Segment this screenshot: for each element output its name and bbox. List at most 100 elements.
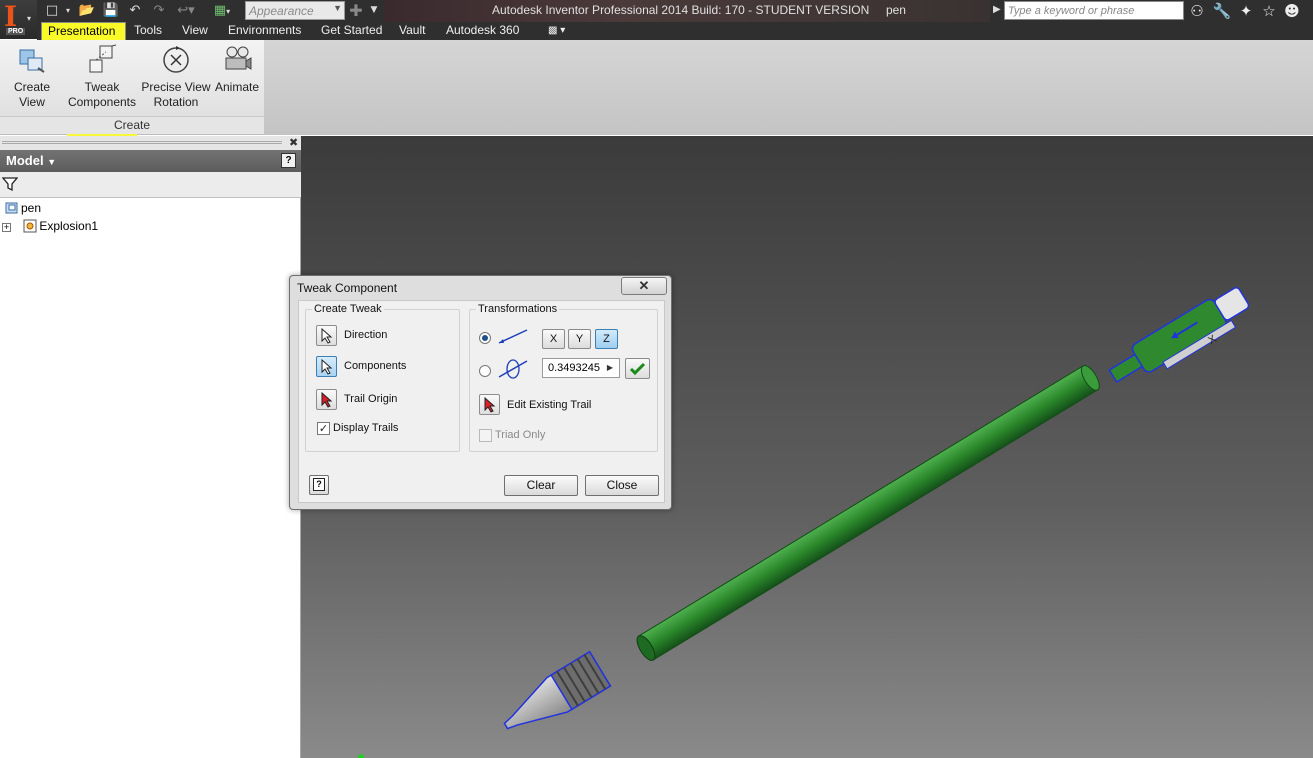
redo-icon[interactable]: ↷ [150,2,168,19]
y-axis-button[interactable]: Y [568,329,591,349]
pen-barrel[interactable] [634,363,1103,663]
cursor-arrow-red-icon [484,397,496,413]
browser-drag-handle[interactable]: ✖ [0,136,301,150]
save-icon[interactable]: 💾 [102,2,120,19]
animate-button[interactable]: Animate [212,44,262,95]
tree-item-explosion1[interactable]: + Explosion1 [2,218,98,234]
tab-environments[interactable]: Environments [228,22,301,40]
application-menu-button[interactable]: I PRO ▾ [0,0,37,39]
dialog-title: Tweak Component [297,281,398,295]
pen-cap-selected[interactable]: X [1105,283,1258,399]
tweak-components-icon [89,44,117,73]
display-trails-checkbox[interactable]: ✓ [317,422,330,435]
chevron-down-icon: ▼ [47,157,57,167]
rotate-axis-icon [498,359,528,379]
trail-origin-label: Trail Origin [344,393,398,405]
expand-search-icon[interactable]: ▶ [993,4,1001,15]
create-tweak-group: Create Tweak Direction Components Trail … [305,303,460,452]
components-label: Components [344,360,407,372]
help-button[interactable]: ? [309,475,329,495]
translate-direction-icon [498,329,528,344]
triad-only-checkbox[interactable] [479,429,492,442]
ribbon-empty-area [264,40,1313,135]
close-icon[interactable]: ✖ [289,136,298,149]
help-icon: ? [313,478,325,491]
tab-tools[interactable]: Tools [134,22,162,40]
edit-existing-trail-button[interactable] [479,394,500,415]
transformations-group: Transformations X Y Z 0.3493245 ▶ Edit E… [469,303,658,452]
panel-visibility-icon[interactable]: ▩ ▾ [548,22,565,40]
rotate-radio[interactable] [479,365,491,377]
expand-icon[interactable]: + [2,223,11,232]
x-axis-button[interactable]: X [542,329,565,349]
display-trails-label: Display Trails [333,422,399,434]
create-view-button[interactable]: Create View [1,44,63,110]
explosion-icon [23,219,37,233]
pro-badge: PRO [6,28,26,35]
edit-existing-trail-label: Edit Existing Trail [507,399,592,411]
appearance-placeholder: Appearance [249,4,314,18]
binoculars-icon[interactable]: ⚇ [1187,1,1207,21]
create-panel-label[interactable]: Create [0,116,264,134]
origin-marker [358,754,364,758]
tree-item-pen[interactable]: pen [4,200,41,216]
chevron-down-icon[interactable]: ▾ [63,2,73,19]
appearance-dropdown[interactable]: Appearance ▼ [245,1,345,20]
user-icon[interactable]: ☻ [1282,1,1302,21]
tweak-label-line1: Tweak [84,80,120,94]
direction-select-button[interactable] [316,325,337,346]
components-select-button[interactable] [316,356,337,377]
cursor-arrow-icon [321,328,333,344]
help-icon[interactable]: ? [281,153,296,168]
filter-toolbar [0,172,301,198]
clear-button[interactable]: Clear [504,475,578,496]
tab-autodesk-360[interactable]: Autodesk 360 [446,22,519,40]
undo-icon[interactable]: ↶ [126,2,144,19]
tweak-label-line2: Components [67,95,137,109]
precise-label-line1: Precise View [141,80,211,94]
ribbon-tab-bar: Presentation Tools View Environments Get… [37,22,1313,40]
return-icon[interactable]: ↩▾ [174,2,198,19]
cursor-arrow-red-icon [321,392,333,408]
rotation-icon [163,46,189,73]
search-input[interactable]: Type a keyword or phrase [1004,1,1184,20]
cursor-arrow-icon [321,359,333,375]
translate-radio[interactable] [479,332,491,344]
tab-presentation[interactable]: Presentation [41,22,126,40]
tweak-value-input[interactable]: 0.3493245 ▶ [542,358,620,378]
create-view-icon [19,49,45,73]
z-axis-button[interactable]: Z [595,329,618,349]
model-header-label: Model [6,153,44,168]
plus-icon[interactable]: ✚ [347,2,365,19]
pen-tip[interactable] [496,650,612,743]
model-dropdown[interactable]: Model ▼ ? [0,150,301,172]
tab-get-started[interactable]: Get Started [321,22,382,40]
star-icon[interactable]: ☆ [1259,1,1279,21]
arrow-right-icon[interactable]: ▶ [607,359,613,377]
update-icon[interactable]: ▦▾ [210,2,234,19]
tweak-components-button[interactable]: Tweak Components [66,44,138,110]
tree-item-label: pen [21,201,42,215]
precise-label-line2: Rotation [153,95,199,109]
triad-only-label: Triad Only [495,429,546,441]
new-icon[interactable]: □ [43,2,61,19]
trail-origin-select-button[interactable] [316,389,337,410]
wrench-icon[interactable]: 🔧 [1212,1,1232,21]
title-bar: □ ▾ 📂 💾 ↶ ↷ ↩▾ ▦▾ Appearance ▼ ✚ ▼ Autod… [0,0,1313,22]
close-button[interactable]: Close [585,475,659,496]
chevron-down-icon: ▾ [27,14,32,23]
chevron-down-icon: ▼ [333,3,342,13]
apply-button[interactable] [625,358,650,379]
checkmark-icon [629,362,646,376]
precise-view-rotation-button[interactable]: Precise View Rotation [141,44,211,110]
filter-icon[interactable] [2,176,18,192]
satellite-icon[interactable]: ✦ [1236,1,1256,21]
tweak-value-text: 0.3493245 [548,362,600,374]
tab-vault[interactable]: Vault [399,22,425,40]
open-icon[interactable]: 📂 [78,2,96,19]
customize-qat-icon[interactable]: ▼ [368,2,380,19]
animate-label: Animate [214,80,260,94]
tab-view[interactable]: View [182,22,208,40]
tree-item-label: Explosion1 [39,219,99,233]
close-dialog-button[interactable]: ✕ [621,277,667,295]
